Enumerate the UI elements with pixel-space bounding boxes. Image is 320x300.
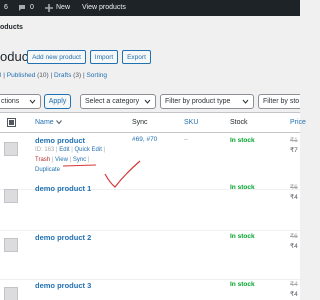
sale-price: ₹4 [290,291,298,298]
pending-count: 0 [30,4,34,11]
stock-status: In stock [230,184,255,191]
comments-count: 6 [4,4,8,11]
chevron-down-icon [242,99,249,104]
category-value: Select a category [85,98,140,105]
sorting-link[interactable]: Sorting [86,72,107,79]
product-type-value: Filter by product type [165,98,231,105]
add-new-product-button[interactable]: Add new product [27,50,86,64]
table-row: demo product 1 In stock ₹6 ₹4 [0,181,300,231]
published-link[interactable]: Published [7,72,36,79]
plus-icon [44,3,54,13]
admin-bar-pending[interactable]: 0 [30,4,34,11]
all-link[interactable]: l [0,72,1,79]
export-button[interactable]: Export [122,50,151,64]
name-column-header[interactable]: Name [35,119,62,126]
sort-arrow-icon [55,120,62,125]
sale-price: ₹4 [290,243,298,250]
annotation-underline [62,164,97,167]
import-button[interactable]: Import [90,50,118,64]
table-row: demo product 2 In stock ₹6 ₹4 [0,230,300,280]
status-filter-links: l | Published (10) | Drafts (3) | Sortin… [0,72,108,79]
regular-price: ₹6 [290,184,298,191]
product-name-link[interactable]: demo product 3 [35,281,91,290]
regular-price: ₹6 [290,233,298,240]
price-column-header[interactable]: Price [290,119,306,126]
bulk-actions-value: ctions [1,98,20,105]
drafts-link[interactable]: Drafts [54,72,71,79]
admin-bar-comments[interactable]: 6 [4,4,8,11]
chevron-down-icon [29,99,36,104]
product-type-select[interactable]: Filter by product type [160,94,254,109]
sync-column-header: Sync [132,119,148,126]
table-row: demo product 3 In stock ₹4 ₹4 [0,278,300,300]
apply-button[interactable]: Apply [44,94,71,109]
new-content-link[interactable]: New [56,4,70,11]
drafts-count: (3) [73,72,82,79]
stock-status-select[interactable]: Filter by sto [258,94,300,109]
thumbnail-column-icon [7,118,16,129]
table-header: Name Sync SKU Stock Price [0,113,306,133]
product-thumbnail[interactable] [4,287,18,300]
product-thumbnail[interactable] [4,238,18,252]
chevron-down-icon [144,99,151,104]
page-heading: oducts [0,24,23,31]
admin-bar: 6 0 New View products [0,0,300,16]
view-products-link[interactable]: View products [82,4,126,11]
stock-status: In stock [230,233,255,240]
product-thumbnail[interactable] [4,189,18,203]
sale-price: ₹4 [290,194,298,201]
category-select[interactable]: Select a category [80,94,156,109]
regular-price: ₹4 [290,281,298,288]
products-table: Name Sync SKU Stock Price demo product I… [0,112,306,300]
sku-column-header[interactable]: SKU [184,119,198,126]
comments-icon [18,4,26,12]
bulk-actions-select[interactable]: ctions [0,94,41,109]
stock-column-header: Stock [230,119,248,126]
product-name-link[interactable]: demo product 1 [35,184,91,193]
stock-status-value: Filter by sto [263,98,300,105]
product-name-link[interactable]: demo product 2 [35,233,91,242]
published-count: (10) [37,72,49,79]
stock-status: In stock [230,281,255,288]
